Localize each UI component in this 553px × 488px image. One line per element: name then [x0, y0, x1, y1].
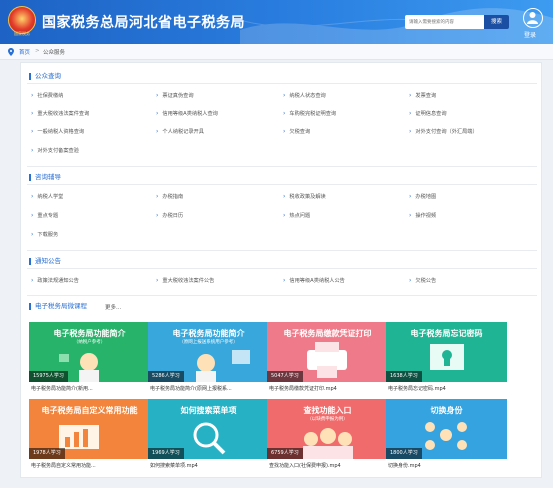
course-thumbnail[interactable]: 电子税务局缴款凭证打印 5047人学习 [267, 322, 388, 382]
link-download[interactable]: 下载服务 [31, 231, 58, 238]
section-title-tax-guide: 咨询辅导 [29, 174, 61, 181]
link-tax-calendar[interactable]: 办税日历 [156, 212, 183, 219]
link-social-insurance[interactable]: 社保费缴纳 [31, 92, 63, 99]
section-title-courses: 电子税务局微课程 [29, 303, 87, 310]
divider [27, 250, 537, 251]
user-silhouette-icon [527, 12, 538, 24]
link-video[interactable]: 操作视频 [409, 212, 436, 219]
public-service-panel: 公众查询 社保费缴纳 票证真伪查询 纳税人状态查询 发票查询 重大税收违法案件查… [20, 62, 542, 478]
learner-count: 15975人学习 [29, 371, 68, 382]
link-certificate[interactable]: 证明信息查询 [409, 110, 446, 117]
divider [27, 83, 537, 84]
course-caption[interactable]: 电子税务局功能简介(新用... [31, 385, 93, 392]
course-thumbnail[interactable]: 切换身份 1800人学习 [386, 399, 507, 459]
link-taxpayer-status[interactable]: 纳税人状态查询 [283, 92, 325, 99]
search-button[interactable]: 搜索 [484, 15, 509, 29]
course-caption[interactable]: 电子税务局忘记密码.mp4 [388, 385, 446, 392]
course-caption[interactable]: 电子税务局功能简介(原网上报税系... [150, 385, 232, 392]
learner-count: 1638人学习 [386, 371, 422, 382]
link-hot-questions[interactable]: 热点问题 [283, 212, 310, 219]
header-bar: 国家税务 国家税务总局河北省电子税务局 搜索 登录 [0, 0, 553, 44]
link-violation-notices[interactable]: 重大税收违法案件公告 [156, 277, 214, 284]
link-general-taxpayer[interactable]: 一般纳税人资格查询 [31, 128, 84, 135]
course-title: 电子税务局自定义常用功能 [41, 406, 138, 415]
course-title: 如何搜索菜单项 [180, 406, 237, 415]
course-subtitle: （原网上报送系统用户参考） [179, 340, 238, 345]
divider [27, 268, 537, 269]
link-foreign-payment[interactable]: 对外支付查询（外汇局端） [409, 128, 477, 135]
link-policy[interactable]: 税收政策及解读 [283, 193, 325, 200]
course-title: 查找功能入口 [303, 406, 352, 415]
course-title: 电子税务局缴款凭证打印 [283, 329, 372, 338]
divider [27, 295, 537, 296]
link-personal-record[interactable]: 个人纳税记录开具 [156, 128, 204, 135]
breadcrumb-separator: > [35, 48, 40, 54]
breadcrumb: 首页 > 公众服务 [0, 44, 553, 60]
link-payment-filing[interactable]: 对外支付备案查验 [31, 147, 79, 154]
course-caption[interactable]: 电子税务局缴款凭证打印.mp4 [269, 385, 337, 392]
course-thumbnail[interactable]: 电子税务局功能简介 （原网上报送系统用户参考） 5286人学习 [148, 322, 269, 382]
link-tax-guide[interactable]: 办税指南 [156, 193, 183, 200]
learner-count: 5286人学习 [148, 371, 184, 382]
learner-count: 1978人学习 [29, 448, 65, 459]
divider [27, 166, 537, 167]
link-invoice-query[interactable]: 发票查询 [409, 92, 436, 99]
tax-emblem-icon [8, 6, 36, 34]
login-link[interactable]: 登录 [524, 30, 536, 39]
breadcrumb-home[interactable]: 首页 [19, 48, 30, 56]
course-thumbnail[interactable]: 如何搜索菜单项 1969人学习 [148, 399, 269, 459]
link-vehicle-tax[interactable]: 车购税完税证明查询 [283, 110, 336, 117]
breadcrumb-current: 公众服务 [43, 50, 66, 56]
course-subtitle: （纳税户参考） [73, 340, 106, 345]
course-title: 切换身份 [430, 406, 463, 415]
learner-count: 6759人学习 [267, 448, 303, 459]
course-thumbnail[interactable]: 电子税务局忘记密码 1638人学习 [386, 322, 507, 382]
learner-count: 5047人学习 [267, 371, 303, 382]
section-title-public-query: 公众查询 [29, 73, 61, 80]
emblem-text: 国家税务 [14, 31, 30, 36]
link-violation-cases[interactable]: 重大税收违法案件查询 [31, 110, 89, 117]
course-thumbnail[interactable]: 电子税务局功能简介 （纳税户参考） 15975人学习 [29, 322, 150, 382]
link-ticket-verify[interactable]: 票证真伪查询 [156, 92, 193, 99]
course-caption[interactable]: 电子税务局自定义常用功能... [31, 462, 96, 469]
learner-count: 1969人学习 [148, 448, 184, 459]
course-caption[interactable]: 如何搜索菜单项.mp4 [150, 462, 198, 469]
link-taxpayer-school[interactable]: 纳税人学堂 [31, 193, 63, 200]
courses-more-link[interactable]: 更多... [105, 303, 121, 311]
learner-count: 1800人学习 [386, 448, 422, 459]
link-tax-arrears[interactable]: 欠税查询 [283, 128, 310, 135]
link-credit-a[interactable]: 信用等级A类纳税人查询 [156, 110, 217, 117]
course-thumbnail[interactable]: 电子税务局自定义常用功能 1978人学习 [29, 399, 150, 459]
link-arrears-notices[interactable]: 欠税公告 [409, 277, 436, 284]
location-pin-icon [8, 48, 14, 56]
course-caption[interactable]: 查找功能入口(社保费申报).mp4 [269, 462, 341, 469]
user-avatar-icon[interactable] [523, 8, 543, 28]
section-title-notices: 通知公告 [29, 258, 61, 265]
search-input[interactable] [405, 15, 485, 29]
divider [27, 184, 537, 185]
course-title: 电子税务局忘记密码 [410, 329, 483, 338]
link-key-topics[interactable]: 重点专题 [31, 212, 58, 219]
course-title: 电子税务局功能简介 [172, 329, 245, 338]
link-policy-notices[interactable]: 政策法规通知公告 [31, 277, 79, 284]
site-title: 国家税务总局河北省电子税务局 [42, 15, 245, 31]
link-tax-map[interactable]: 办税地图 [409, 193, 436, 200]
course-thumbnail[interactable]: 查找功能入口 （以缺费申报为例） 6759人学习 [267, 399, 388, 459]
course-caption[interactable]: 切换身份.mp4 [388, 462, 421, 469]
course-title: 电子税务局功能简介 [53, 329, 126, 338]
course-subtitle: （以缺费申报为例） [307, 417, 348, 422]
link-credit-notices[interactable]: 信用等级A类纳税人公告 [283, 277, 344, 284]
